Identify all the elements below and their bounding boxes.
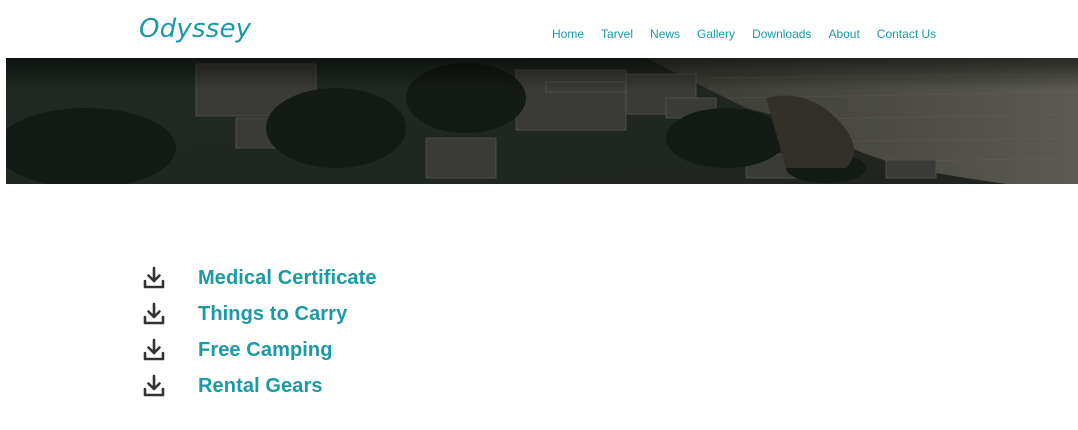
download-label[interactable]: Rental Gears bbox=[198, 375, 323, 398]
nav-contact-us[interactable]: Contact Us bbox=[877, 27, 936, 41]
hero-banner-image bbox=[6, 58, 1078, 184]
nav-about[interactable]: About bbox=[828, 27, 859, 41]
downloads-list: Medical Certificate Things to Carry Free… bbox=[142, 260, 377, 404]
nav-news[interactable]: News bbox=[650, 27, 680, 41]
download-label[interactable]: Medical Certificate bbox=[198, 267, 377, 290]
download-label[interactable]: Things to Carry bbox=[198, 303, 347, 326]
site-header: Odyssey Home Tarvel News Gallery Downloa… bbox=[0, 0, 1078, 58]
download-label[interactable]: Free Camping bbox=[198, 339, 333, 362]
download-icon[interactable] bbox=[142, 338, 166, 362]
download-things-to-carry[interactable]: Things to Carry bbox=[142, 296, 377, 332]
download-icon[interactable] bbox=[142, 374, 166, 398]
nav-gallery[interactable]: Gallery bbox=[697, 27, 735, 41]
nav-downloads[interactable]: Downloads bbox=[752, 27, 811, 41]
download-free-camping[interactable]: Free Camping bbox=[142, 332, 377, 368]
download-rental-gears[interactable]: Rental Gears bbox=[142, 368, 377, 404]
nav-travel[interactable]: Tarvel bbox=[601, 27, 633, 41]
site-logo[interactable]: Odyssey bbox=[139, 14, 251, 44]
download-icon[interactable] bbox=[142, 302, 166, 326]
nav-home[interactable]: Home bbox=[552, 27, 584, 41]
main-nav: Home Tarvel News Gallery Downloads About… bbox=[552, 27, 936, 41]
download-icon[interactable] bbox=[142, 266, 166, 290]
coastal-town-photo bbox=[6, 58, 1078, 184]
download-medical-certificate[interactable]: Medical Certificate bbox=[142, 260, 377, 296]
